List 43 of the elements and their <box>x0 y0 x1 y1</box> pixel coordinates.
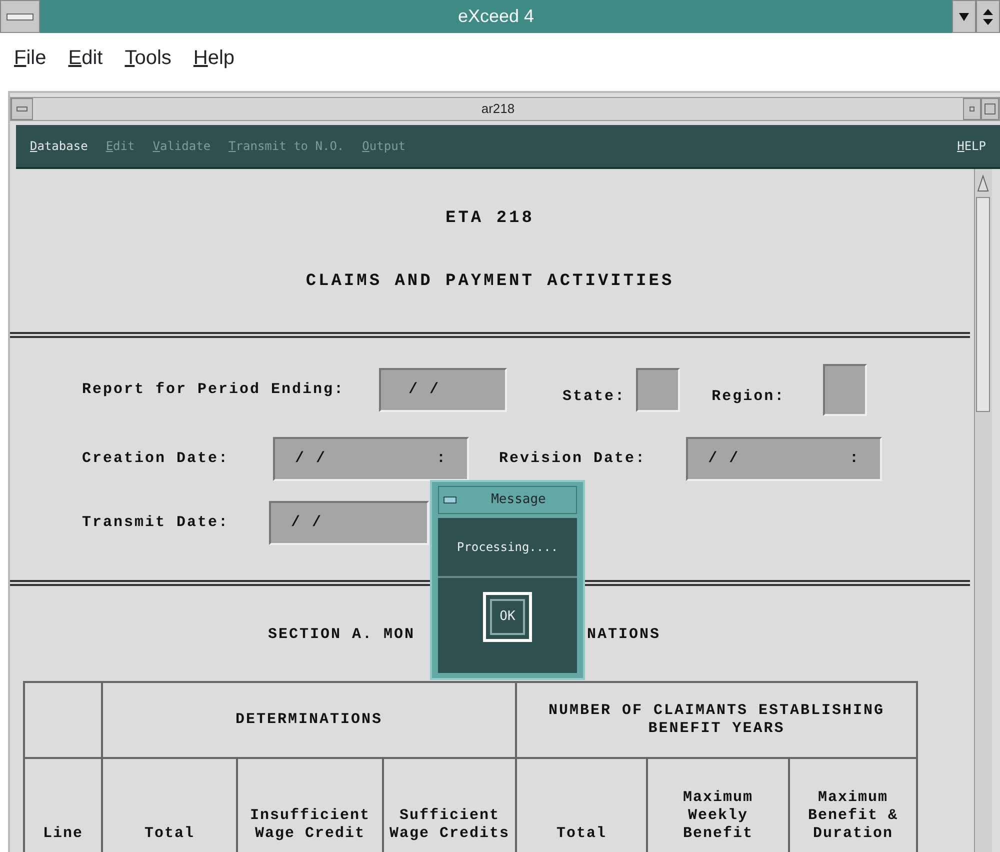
date-field[interactable]: / / : <box>273 437 470 481</box>
ok-button[interactable]: OK <box>482 592 532 642</box>
bar-icon <box>16 106 28 112</box>
date-field[interactable]: / / : <box>686 437 882 481</box>
column-header: Line <box>24 758 102 852</box>
date-field[interactable]: / / <box>269 501 430 545</box>
bar-icon <box>6 12 34 22</box>
field-label: Creation Date: <box>82 448 230 469</box>
field-label: State: <box>562 386 626 407</box>
section-heading: NATIONS <box>587 625 661 645</box>
state-field[interactable] <box>636 368 680 412</box>
table-group-header: NUMBER OF CLAIMANTS ESTABLISHING BENEFIT YEARS <box>516 682 917 758</box>
bar-icon <box>443 496 457 504</box>
form-subtitle: CLAIMS AND PAYMENT ACTIVITIES <box>304 270 676 292</box>
document-menu-button[interactable] <box>11 98 33 120</box>
square-icon <box>984 103 996 115</box>
minimize-button[interactable] <box>952 0 976 33</box>
field-label: Transmit Date: <box>82 512 230 533</box>
field-label: Revision Date: <box>499 448 646 469</box>
dialog-message: Processing.... <box>438 518 577 578</box>
maximize-button[interactable] <box>976 0 1000 33</box>
field-label: Report for Period Ending: <box>82 380 345 400</box>
down-triangle-icon <box>959 12 969 20</box>
small-square-icon <box>969 106 975 112</box>
scroll-thumb[interactable] <box>976 197 990 412</box>
menu-item[interactable]: File <box>14 43 46 85</box>
menu-item[interactable]: Tools <box>124 43 172 85</box>
table-group-header: DETERMINATIONS <box>102 682 516 758</box>
document-title: ar218 <box>480 100 516 118</box>
menu-item[interactable]: Help <box>193 43 235 85</box>
date-field[interactable]: / / <box>378 368 507 412</box>
help-menu-item[interactable]: HELP <box>957 137 986 155</box>
region-field[interactable] <box>823 364 868 416</box>
window-menu-button[interactable] <box>0 0 40 33</box>
dialog-title: Message <box>490 491 547 510</box>
up-down-icon <box>983 8 993 24</box>
toolbar-menu-item[interactable]: Database <box>30 137 88 155</box>
form-title: ETA 218 <box>444 208 536 230</box>
menu-item[interactable]: Edit <box>68 43 103 85</box>
scrollbar[interactable] <box>974 169 992 852</box>
section-heading: SECTION A. MON <box>268 625 416 645</box>
window-title: eXceed 4 <box>456 5 536 28</box>
field-label: Region: <box>712 386 786 407</box>
